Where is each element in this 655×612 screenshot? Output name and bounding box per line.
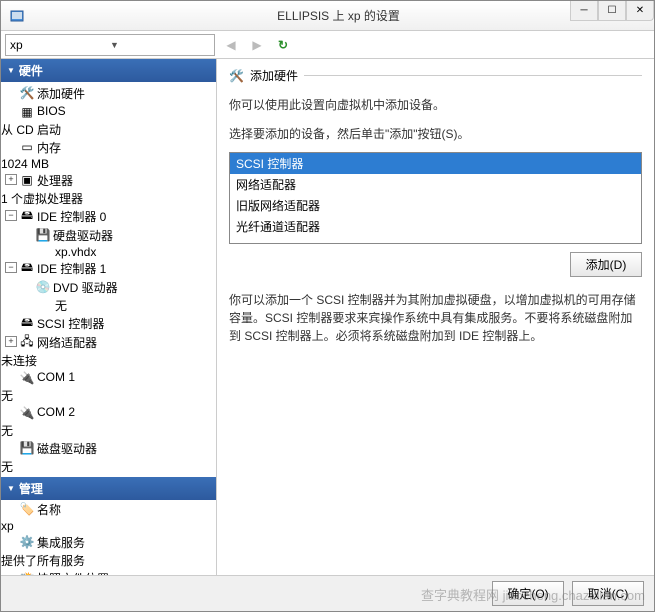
chevron-down-icon: ▼	[110, 40, 210, 50]
content-title: 添加硬件	[250, 67, 298, 84]
tree-item-floppy[interactable]: 💾 磁盘驱动器	[1, 439, 216, 458]
info-text: 你可以添加一个 SCSI 控制器并为其附加虚拟硬盘，以增加虚拟机的可用存储容量。…	[229, 291, 642, 345]
controller-icon: 🖴	[19, 208, 35, 224]
maximize-button[interactable]: ☐	[598, 1, 626, 21]
add-button[interactable]: 添加(D)	[570, 252, 642, 277]
com-icon: 🔌	[19, 405, 35, 421]
tree-sub: 未连接	[1, 352, 216, 369]
tree-item-add-hardware[interactable]: 🛠️ 添加硬件	[1, 84, 216, 103]
expand-icon[interactable]: +	[5, 336, 17, 347]
nav-forward-button[interactable]: ▶	[247, 35, 267, 55]
toolbar: xp ▼ ◀ ▶ ↻	[1, 31, 654, 59]
add-hardware-icon: 🛠️	[19, 85, 35, 101]
tree-item-memory[interactable]: ▭ 内存	[1, 138, 216, 157]
com-icon: 🔌	[19, 370, 35, 386]
listbox-item-legacy-network[interactable]: 旧版网络适配器	[230, 195, 641, 216]
content-pane: 🛠️ 添加硬件 你可以使用此设置向虚拟机中添加设备。 选择要添加的设备，然后单击…	[217, 59, 654, 575]
close-button[interactable]: ✕	[626, 1, 654, 21]
tree-item-processor[interactable]: +▣ 处理器	[1, 171, 216, 190]
network-icon: 🖧	[19, 334, 35, 350]
divider	[304, 75, 642, 76]
integration-icon: ⚙️	[19, 534, 35, 550]
tree: 🛠️ 添加硬件 ▦ BIOS 从 CD 启动 ▭ 内存 1024 MB +▣ 处…	[1, 82, 216, 575]
tree-item-integration[interactable]: ⚙️ 集成服务	[1, 533, 216, 552]
listbox-item-network[interactable]: 网络适配器	[230, 174, 641, 195]
refresh-button[interactable]: ↻	[273, 35, 293, 55]
cpu-icon: ▣	[19, 172, 35, 188]
collapse-icon: ▼	[7, 66, 15, 75]
scsi-icon: 🖴	[19, 315, 35, 331]
tree-sub: 1 个虚拟处理器	[1, 190, 216, 207]
controller-icon: 🖴	[19, 260, 35, 276]
tree-item-com1[interactable]: 🔌 COM 1	[1, 369, 216, 387]
floppy-icon: 💾	[19, 440, 35, 456]
tree-item-scsi[interactable]: 🖴 SCSI 控制器	[1, 314, 216, 333]
ok-button[interactable]: 确定(O)	[492, 581, 564, 606]
tree-item-snapshot[interactable]: 📸 快照文件位置	[1, 569, 216, 575]
bios-icon: ▦	[19, 104, 35, 120]
app-icon	[9, 8, 25, 24]
tree-item-harddisk[interactable]: 💾 硬盘驱动器	[1, 226, 216, 245]
collapse-icon: ▼	[7, 484, 15, 493]
name-icon: 🏷️	[19, 501, 35, 517]
minimize-button[interactable]: ─	[570, 1, 598, 21]
listbox-item-scsi[interactable]: SCSI 控制器	[230, 153, 641, 174]
management-section-header[interactable]: ▼ 管理	[1, 477, 216, 500]
tree-sub: 提供了所有服务	[1, 552, 216, 569]
dvd-icon: 💿	[35, 279, 51, 295]
nav-back-button[interactable]: ◀	[221, 35, 241, 55]
snapshot-icon: 📸	[19, 570, 35, 575]
hardware-section-header[interactable]: ▼ 硬件	[1, 59, 216, 82]
disk-icon: 💾	[35, 227, 51, 243]
tree-item-name[interactable]: 🏷️ 名称	[1, 500, 216, 519]
tree-item-dvd[interactable]: 💿 DVD 驱动器	[1, 278, 216, 297]
tree-sub: 无	[1, 422, 216, 439]
description-2: 选择要添加的设备，然后单击"添加"按钮(S)。	[229, 125, 642, 142]
listbox-item-fibre[interactable]: 光纤通道适配器	[230, 216, 641, 237]
sidebar: ▼ 硬件 🛠️ 添加硬件 ▦ BIOS 从 CD 启动 ▭ 内存 1024 MB…	[1, 59, 217, 575]
tree-sub: xp	[1, 519, 216, 533]
titlebar: ELLIPSIS 上 xp 的设置 ─ ☐ ✕	[1, 1, 654, 31]
tree-sub: xp.vhdx	[1, 245, 216, 259]
tree-sub: 无	[1, 387, 216, 404]
device-listbox[interactable]: SCSI 控制器 网络适配器 旧版网络适配器 光纤通道适配器	[229, 152, 642, 244]
tree-sub: 无	[1, 297, 216, 314]
tree-item-ide1[interactable]: −🖴 IDE 控制器 1	[1, 259, 216, 278]
expand-icon[interactable]: −	[5, 262, 17, 273]
cancel-button[interactable]: 取消(C)	[572, 581, 644, 606]
footer: 确定(O) 取消(C)	[1, 575, 654, 611]
tree-item-bios[interactable]: ▦ BIOS	[1, 103, 216, 121]
expand-icon[interactable]: −	[5, 210, 17, 221]
description-1: 你可以使用此设置向虚拟机中添加设备。	[229, 96, 642, 113]
tree-sub: 从 CD 启动	[1, 121, 216, 138]
tree-item-network[interactable]: +🖧 网络适配器	[1, 333, 216, 352]
tree-item-com2[interactable]: 🔌 COM 2	[1, 404, 216, 422]
vm-selector-value: xp	[10, 38, 110, 52]
window-title: ELLIPSIS 上 xp 的设置	[31, 7, 646, 24]
vm-selector-dropdown[interactable]: xp ▼	[5, 34, 215, 56]
memory-icon: ▭	[19, 139, 35, 155]
expand-icon[interactable]: +	[5, 174, 17, 185]
tree-item-ide0[interactable]: −🖴 IDE 控制器 0	[1, 207, 216, 226]
tree-sub: 无	[1, 458, 216, 475]
add-hardware-icon: 🛠️	[229, 69, 244, 83]
tree-sub: 1024 MB	[1, 157, 216, 171]
